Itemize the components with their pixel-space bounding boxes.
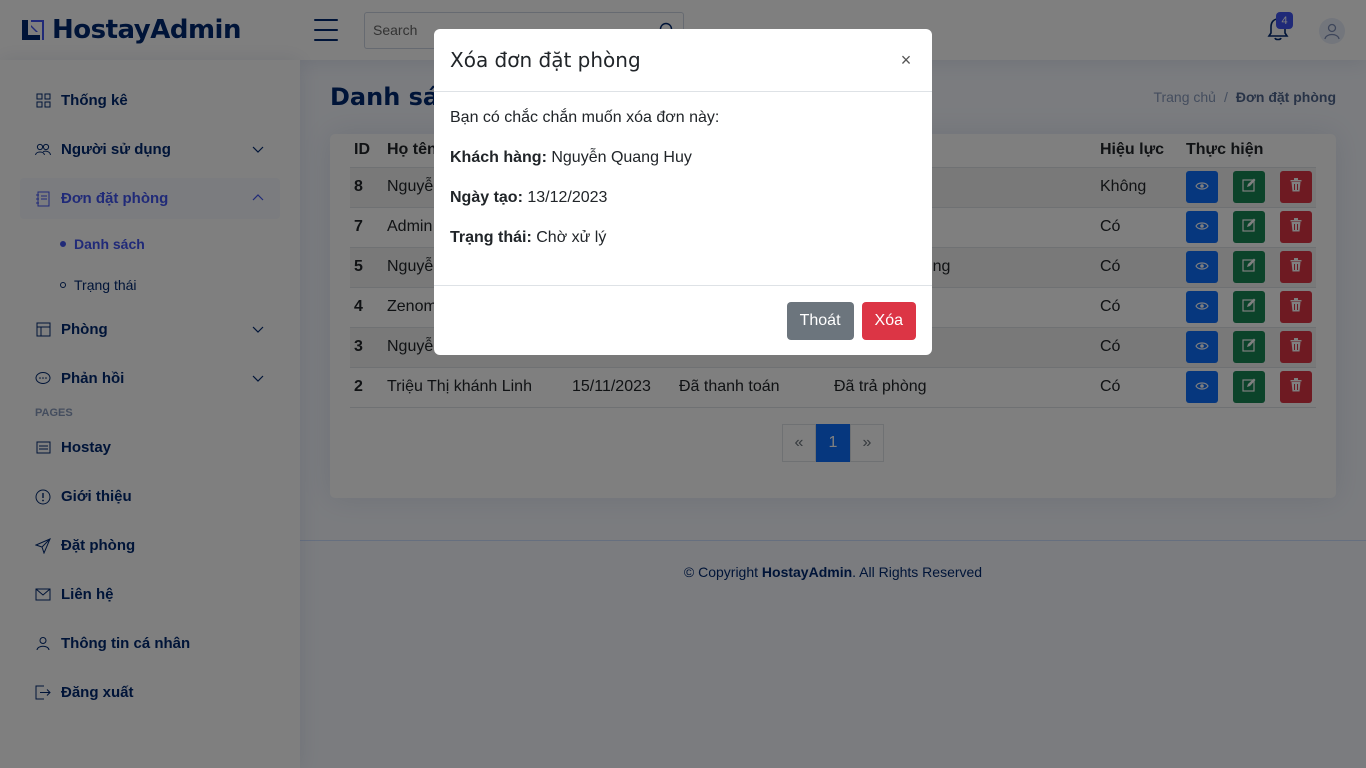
modal-status: Trạng thái: Chờ xử lý [450,228,916,248]
status-value: Chờ xử lý [536,229,607,246]
modal-body: Bạn có chắc chắn muốn xóa đơn này: Khách… [434,92,932,285]
customer-label: Khách hàng: [450,149,547,166]
cancel-button[interactable]: Thoát [786,301,854,340]
status-label: Trạng thái: [450,229,532,246]
delete-booking-modal: Xóa đơn đặt phòng × Bạn có chắc chắn muố… [434,29,932,355]
modal-header: Xóa đơn đặt phòng × [434,29,932,92]
modal-footer: Thoát Xóa [434,285,932,355]
modal-customer: Khách hàng: Nguyễn Quang Huy [450,148,916,168]
modal-created: Ngày tạo: 13/12/2023 [450,188,916,208]
close-icon[interactable]: × [896,50,916,70]
modal-question: Bạn có chắc chắn muốn xóa đơn này: [450,109,720,126]
delete-button[interactable]: Xóa [861,301,916,340]
modal-title: Xóa đơn đặt phòng [450,48,641,72]
created-label: Ngày tạo: [450,189,523,206]
customer-value: Nguyễn Quang Huy [551,149,692,166]
created-value: 13/12/2023 [527,189,608,206]
